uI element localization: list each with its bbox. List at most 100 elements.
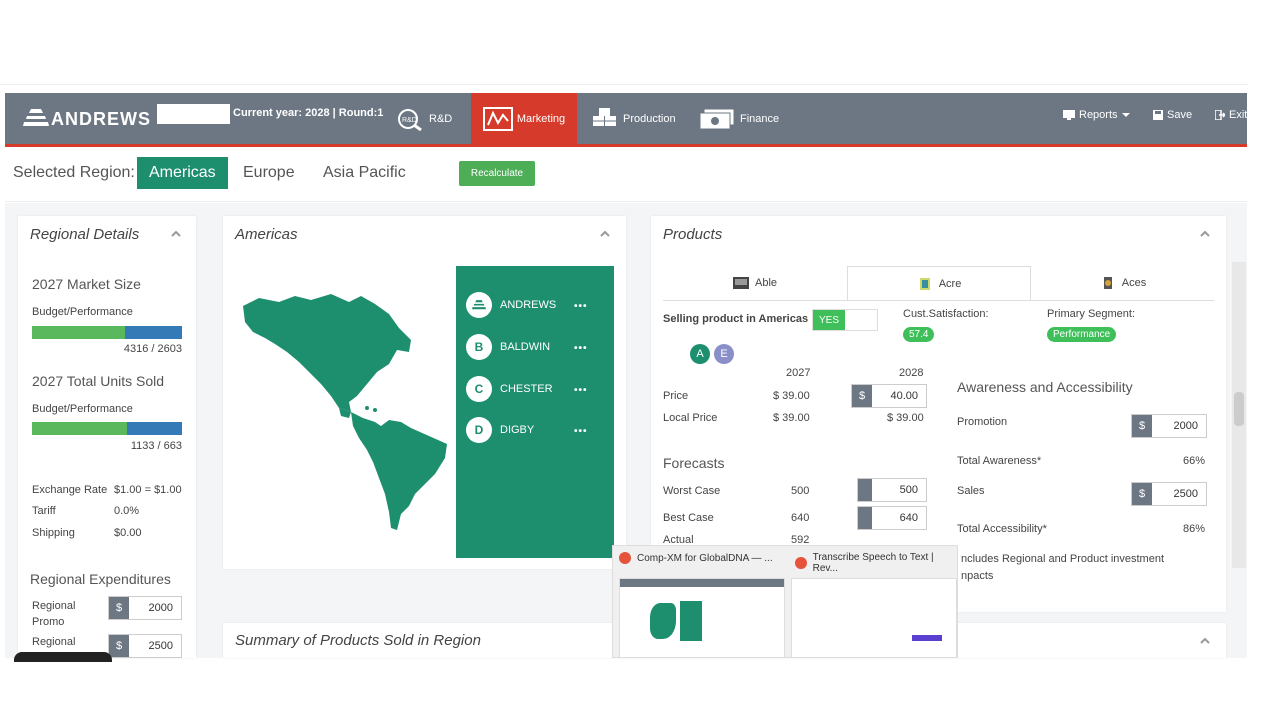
local-price-label: Local Price (663, 412, 718, 424)
primary-segment-badge: Performance (1047, 327, 1117, 342)
budget-segment (32, 326, 125, 339)
tariff-label: Tariff (32, 505, 56, 517)
competitor-baldwin[interactable]: B BALDWIN ••• (466, 334, 587, 360)
price-2028-value: 40.00 (872, 385, 926, 407)
tab-americas[interactable]: Americas (137, 157, 228, 189)
badge-e: E (714, 344, 734, 364)
performance-segment (125, 326, 182, 339)
nav-marketing[interactable]: Marketing (471, 93, 577, 144)
exchange-rate-label: Exchange Rate (32, 484, 108, 496)
competitor-badge: B (466, 334, 492, 360)
region-label: Selected Region: (13, 164, 135, 181)
reports-menu[interactable]: Reports (1063, 109, 1130, 121)
price-2027: $ 39.00 (773, 390, 810, 402)
preview-tab-compxm-label: Comp-XM for GlobalDNA — ... (637, 552, 773, 564)
product-acre-icon (919, 277, 930, 290)
price-input[interactable]: $ 40.00 (851, 384, 927, 408)
logo-text: ANDREWS (51, 109, 151, 129)
competitor-badge: C (466, 376, 492, 402)
sales-input[interactable]: $ 2500 (1131, 482, 1207, 506)
best-case-value: 640 (872, 507, 926, 529)
awareness-accessibility-title: Awareness and Accessibility (957, 379, 1133, 395)
regional-promo-label: Regional Promo (32, 600, 76, 628)
chevron-up-icon[interactable] (1199, 635, 1211, 647)
caret-down-icon (1121, 113, 1130, 117)
best-case-label: Best Case (663, 512, 714, 524)
tab-divider (663, 300, 1214, 301)
firefox-icon (795, 557, 807, 569)
investment-note: ncludes Regional and Product investment (961, 553, 1165, 565)
thumb-map (650, 603, 676, 639)
input-handle (858, 507, 872, 529)
nav-finance[interactable]: Finance (698, 93, 779, 144)
nav-rd[interactable]: R&D R&D (397, 93, 452, 144)
market-size-bar (32, 326, 182, 339)
americas-title: Americas (235, 226, 298, 243)
competitor-chester[interactable]: C CHESTER ••• (466, 376, 587, 402)
andrews-logo[interactable]: ANDREWS (23, 107, 151, 130)
preview-tab-rev-label: Transcribe Speech to Text | Rev... (812, 552, 934, 574)
tab-aces-label: Aces (1121, 277, 1147, 289)
more-icon[interactable]: ••• (574, 301, 588, 312)
dollar-icon: $ (1132, 415, 1152, 437)
chevron-up-icon[interactable] (599, 228, 611, 240)
total-accessibility-label: Total Accessibility* (957, 523, 1047, 535)
competitor-name: BALDWIN (500, 341, 551, 353)
recalculate-button[interactable]: Recalculate (459, 161, 535, 186)
sales-value: 2500 (1152, 483, 1206, 505)
forecasts-title: Forecasts (663, 455, 725, 471)
nav-production-label: Production (623, 112, 676, 125)
dollar-icon: $ (109, 597, 129, 619)
tab-able[interactable]: Able (663, 266, 847, 300)
selling-label: Selling product in Americas (663, 313, 809, 325)
competitor-andrews[interactable]: ANDREWS ••• (466, 292, 587, 318)
more-icon[interactable]: ••• (574, 385, 588, 396)
regional-promo-input[interactable]: $ 2000 (108, 596, 182, 620)
summary-title: Summary of Products Sold in Region (235, 632, 481, 649)
preview-tab-rev[interactable]: Transcribe Speech to Text | Rev... (795, 552, 957, 574)
region-selector: Selected Region: Americas Europe Asia Pa… (5, 150, 1247, 202)
regional-sales-input[interactable]: $ 2500 (108, 634, 182, 658)
competitor-digby[interactable]: D DIGBY ••• (466, 417, 587, 443)
chevron-up-icon[interactable] (1199, 228, 1211, 240)
more-icon[interactable]: ••• (574, 343, 588, 354)
tab-asia-pacific[interactable]: Asia Pacific (311, 157, 418, 189)
competitor-list: ANDREWS ••• B BALDWIN ••• C CHESTER ••• … (456, 266, 614, 558)
exit-icon (1215, 110, 1225, 120)
nav-production[interactable]: Production (591, 93, 676, 144)
shipping-label: Shipping (32, 527, 75, 539)
logo-mark-icon (23, 109, 49, 126)
worst-case-2027: 500 (791, 485, 810, 497)
cust-satisfaction-label: Cust.Satisfaction: (903, 308, 989, 320)
preview-tab-compxm[interactable]: Comp-XM for GlobalDNA — ... (619, 552, 773, 564)
promotion-input[interactable]: $ 2000 (1131, 414, 1207, 438)
tab-acre[interactable]: Acre (847, 266, 1031, 300)
regional-details-title: Regional Details (30, 226, 140, 243)
total-accessibility-value: 86% (1183, 523, 1206, 535)
preview-thumbnail-compxm[interactable] (619, 578, 785, 658)
exchange-rate-value: $1.00 = $1.00 (114, 484, 182, 496)
units-sold-bar (32, 422, 182, 435)
selling-toggle[interactable]: YES (812, 309, 878, 331)
sales-label: Sales (957, 485, 985, 497)
page-scrollbar[interactable] (1232, 262, 1246, 568)
save-button[interactable]: Save (1153, 109, 1192, 121)
americas-card: Americas ANDREWS ••• B BALDWIN ••• C CHE… (223, 216, 626, 569)
market-size-budget-label: Budget/Performance (32, 306, 133, 318)
exit-button[interactable]: Exit (1215, 109, 1247, 121)
tab-acre-label: Acre (938, 277, 962, 290)
nav-marketing-label: Marketing (516, 112, 566, 125)
local-price-2028: $ 39.00 (887, 412, 924, 424)
regional-promo-value: 2000 (129, 597, 181, 619)
more-icon[interactable]: ••• (574, 426, 588, 437)
scrollbar-thumb[interactable] (1234, 392, 1244, 426)
worst-case-input[interactable]: 500 (857, 478, 927, 502)
tab-europe[interactable]: Europe (231, 157, 307, 189)
tab-aces[interactable]: Aces (1031, 266, 1215, 300)
dollar-icon: $ (1132, 483, 1152, 505)
chevron-up-icon[interactable] (170, 228, 182, 240)
best-case-input[interactable]: 640 (857, 506, 927, 530)
competitor-name: CHESTER (500, 383, 553, 395)
preview-thumbnail-rev[interactable] (791, 578, 957, 658)
rd-icon: R&D (398, 108, 422, 131)
